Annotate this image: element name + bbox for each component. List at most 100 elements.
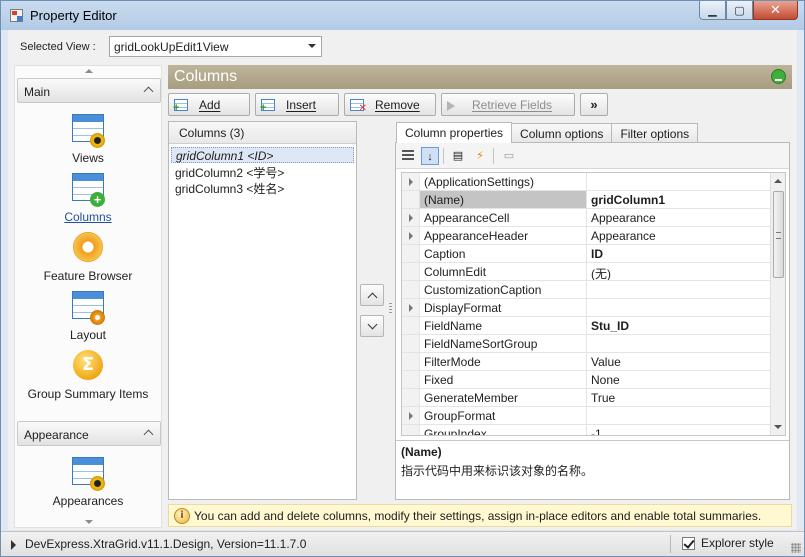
property-grid-toolbar: ↓ ▤ ⚡ ▭ bbox=[396, 143, 789, 169]
nav-scroll-down-icon[interactable] bbox=[85, 520, 93, 524]
list-item[interactable]: gridColumn2 <学号> bbox=[171, 163, 354, 180]
nav-group-main[interactable]: Main bbox=[17, 78, 161, 103]
expand-icon[interactable] bbox=[402, 299, 420, 316]
property-row[interactable]: GenerateMember True bbox=[402, 389, 785, 407]
nav-item-views[interactable]: Views bbox=[15, 112, 161, 165]
list-item[interactable]: gridColumn1 <ID> bbox=[171, 147, 354, 163]
appearances-icon bbox=[71, 457, 105, 491]
property-row[interactable]: GroupFormat bbox=[402, 407, 785, 425]
scroll-up-icon[interactable] bbox=[774, 179, 782, 183]
list-item[interactable]: gridColumn3 <姓名> bbox=[171, 179, 354, 196]
selected-view-combo[interactable]: gridLookUpEdit1View bbox=[109, 36, 322, 57]
move-down-button[interactable] bbox=[360, 315, 384, 337]
property-grid-scrollbar[interactable] bbox=[770, 173, 785, 435]
property-row[interactable]: FieldName Stu_ID bbox=[402, 317, 785, 335]
minimize-icon: ▁ bbox=[708, 4, 717, 17]
property-row[interactable]: CustomizationCaption bbox=[402, 281, 785, 299]
expand-icon[interactable] bbox=[402, 407, 420, 424]
hint-text: You can add and delete columns, modify t… bbox=[194, 509, 762, 523]
nav-item-layout[interactable]: Layout bbox=[15, 289, 161, 342]
maximize-button[interactable]: ▢ bbox=[726, 1, 753, 20]
nav-item-appearances[interactable]: Appearances bbox=[15, 455, 161, 508]
columns-icon: + bbox=[71, 173, 105, 207]
splitter-handle[interactable] bbox=[389, 303, 392, 315]
events-icon[interactable]: ⚡ bbox=[471, 147, 489, 165]
app-icon bbox=[10, 9, 23, 22]
play-icon bbox=[11, 540, 16, 550]
minimize-button[interactable]: ▁ bbox=[699, 1, 726, 20]
remove-button[interactable]: ✕ Remove bbox=[344, 93, 436, 116]
property-row[interactable]: Caption ID bbox=[402, 245, 785, 263]
insert-column-icon: + bbox=[260, 97, 278, 113]
insert-button[interactable]: + Insert bbox=[255, 93, 339, 116]
property-row[interactable]: FieldNameSortGroup bbox=[402, 335, 785, 353]
add-button[interactable]: + Add bbox=[168, 93, 250, 116]
more-button[interactable]: » bbox=[580, 93, 608, 116]
status-text: DevExpress.XtraGrid.v11.1.Design, Versio… bbox=[25, 537, 307, 551]
chevron-up-icon bbox=[367, 292, 378, 303]
expand-icon[interactable] bbox=[402, 209, 420, 226]
property-pages-icon[interactable]: ▭ bbox=[500, 147, 518, 165]
property-row[interactable]: FilterMode Value bbox=[402, 353, 785, 371]
tab-column-options[interactable]: Column options bbox=[511, 123, 613, 143]
feature-browser-icon bbox=[71, 232, 105, 266]
resize-grip-icon[interactable] bbox=[791, 543, 801, 553]
nav-item-feature-browser[interactable]: Feature Browser bbox=[15, 230, 161, 283]
tab-filter-options[interactable]: Filter options bbox=[611, 123, 699, 143]
explorer-style-checkbox[interactable]: Explorer style bbox=[682, 536, 774, 550]
chevron-up-icon[interactable] bbox=[143, 86, 154, 97]
close-icon: ✕ bbox=[770, 2, 781, 17]
move-buttons bbox=[360, 284, 384, 346]
property-row[interactable]: AppearanceCell Appearance bbox=[402, 209, 785, 227]
status-separator bbox=[670, 535, 671, 553]
nav-group-label: Appearance bbox=[24, 428, 89, 442]
chevron-up-icon[interactable] bbox=[143, 429, 154, 440]
nav-item-columns[interactable]: + Columns bbox=[15, 171, 161, 224]
properties-icon[interactable]: ▤ bbox=[449, 147, 467, 165]
categorized-icon[interactable] bbox=[399, 147, 417, 165]
toolbar-separator bbox=[493, 148, 494, 164]
columns-toolbar: + Add + Insert ✕ Remove Retrieve Fields … bbox=[168, 93, 608, 117]
nav-item-label: Views bbox=[72, 151, 104, 165]
expand-icon[interactable] bbox=[402, 173, 420, 190]
property-row[interactable]: GroupIndex -1 bbox=[402, 425, 785, 435]
nav-group-appearance[interactable]: Appearance bbox=[17, 421, 161, 446]
sigma-icon: Σ bbox=[71, 350, 105, 384]
nav-item-group-summary-items[interactable]: Σ Group Summary Items bbox=[15, 348, 161, 401]
nav-item-label: Feature Browser bbox=[43, 269, 133, 283]
property-row[interactable]: DisplayFormat bbox=[402, 299, 785, 317]
property-tabs: Column properties Column options Filter … bbox=[396, 122, 699, 143]
columns-list: gridColumn1 <ID> gridColumn2 <学号> gridCo… bbox=[169, 144, 356, 198]
retrieve-fields-button[interactable]: Retrieve Fields bbox=[441, 93, 575, 116]
nav-scroll-up-icon[interactable] bbox=[85, 69, 93, 73]
property-row[interactable]: ColumnEdit (无) bbox=[402, 263, 785, 281]
tab-column-properties[interactable]: Column properties bbox=[396, 122, 513, 143]
selected-view-label: Selected View : bbox=[20, 41, 96, 53]
nav-item-label: Group Summary Items bbox=[27, 387, 149, 401]
columns-list-header: Columns (3) bbox=[169, 122, 356, 144]
property-row[interactable]: AppearanceHeader Appearance bbox=[402, 227, 785, 245]
checkbox-checked-icon[interactable] bbox=[682, 536, 695, 550]
property-description: (Name) 指示代码中用来标识该对象的名称。 bbox=[396, 440, 789, 499]
property-grid-panel: ↓ ▤ ⚡ ▭ (ApplicationSettings) (Name) grid… bbox=[395, 142, 790, 500]
panel-title-bar: Columns bbox=[168, 65, 792, 89]
close-button[interactable]: ✕ bbox=[753, 1, 798, 20]
expand-icon[interactable] bbox=[402, 227, 420, 244]
panel-title: Columns bbox=[174, 68, 238, 85]
save-layout-icon[interactable] bbox=[771, 69, 786, 84]
scroll-down-icon[interactable] bbox=[774, 425, 782, 429]
views-icon bbox=[71, 114, 105, 148]
layout-icon bbox=[71, 291, 105, 325]
move-up-button[interactable] bbox=[360, 284, 384, 306]
hint-bar: i You can add and delete columns, modify… bbox=[168, 504, 792, 527]
sort-alphabetical-icon[interactable]: ↓ bbox=[421, 147, 439, 165]
remove-column-icon: ✕ bbox=[349, 97, 367, 113]
chevron-down-icon[interactable] bbox=[308, 44, 316, 48]
property-row[interactable]: (ApplicationSettings) bbox=[402, 173, 785, 191]
property-row[interactable]: (Name) gridColumn1 bbox=[402, 191, 785, 209]
title-bar[interactable]: Property Editor ▁ ▢ ✕ bbox=[1, 1, 804, 30]
toolbar-separator bbox=[443, 148, 444, 164]
scrollbar-thumb[interactable] bbox=[773, 191, 784, 278]
chevron-down-icon bbox=[367, 319, 378, 330]
property-row[interactable]: Fixed None bbox=[402, 371, 785, 389]
